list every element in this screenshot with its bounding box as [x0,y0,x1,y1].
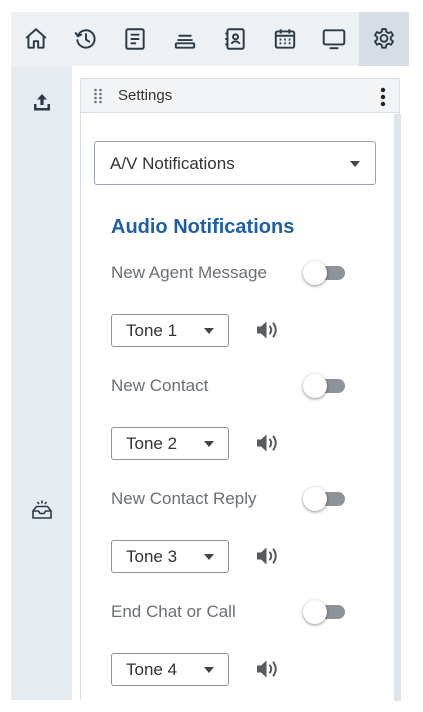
notes-button[interactable] [111,12,161,66]
tone-select[interactable]: Tone 1 [111,314,229,347]
home-icon [25,28,47,49]
contacts-icon [225,28,245,50]
notification-toggle[interactable] [303,374,345,398]
more-vertical-icon [380,87,386,107]
contacts-button[interactable] [210,12,260,66]
panel-header: Settings [81,79,399,113]
upload-button[interactable] [11,82,72,122]
inbox-button[interactable] [11,490,72,530]
tone-select[interactable]: Tone 3 [111,540,229,573]
notification-toggle[interactable] [303,261,345,285]
notification-toggle[interactable] [303,600,345,624]
notification-label: New Contact [111,376,209,395]
toggle-knob [303,374,327,398]
history-button[interactable] [61,12,111,66]
chevron-down-icon [204,441,214,447]
notification-label: New Contact Reply [111,489,257,508]
queue-button[interactable] [160,12,210,66]
left-rail [11,66,72,700]
tone-select-value: Tone 3 [126,547,178,566]
toggle-knob [303,487,327,511]
tone-select[interactable]: Tone 2 [111,427,229,460]
chevron-down-icon [204,328,214,334]
panel-title: Settings [118,87,173,104]
chevron-down-icon [204,667,214,673]
inbox-icon [31,500,52,519]
notification-label: New Agent Message [111,263,267,282]
history-icon [74,29,96,49]
monitor-icon [323,29,346,50]
section-title: Audio Notifications [111,216,295,238]
settings-button[interactable] [359,12,409,66]
tone-select-value: Tone 2 [126,434,178,453]
toggle-knob [303,600,327,624]
tone-select[interactable]: Tone 4 [111,653,229,686]
notification-toggle[interactable] [303,487,345,511]
speaker-icon[interactable] [255,318,281,342]
chevron-down-icon [350,161,360,167]
upload-icon [33,94,50,111]
calendar-icon [274,29,295,49]
speaker-icon[interactable] [255,544,281,568]
calendar-button[interactable] [260,12,310,66]
scrollbar[interactable] [394,114,401,701]
tone-select-value: Tone 1 [126,321,178,340]
gear-icon [374,28,395,49]
monitor-button[interactable] [310,12,360,66]
speaker-icon[interactable] [255,657,281,681]
top-toolbar [11,12,409,66]
home-button[interactable] [11,12,61,66]
tone-select-value: Tone 4 [126,660,178,679]
queue-icon [174,34,196,49]
chevron-down-icon [204,554,214,560]
toggle-knob [303,261,327,285]
settings-panel: Settings A/V Notifications Audio Notific… [80,78,401,701]
speaker-icon[interactable] [255,431,281,455]
notes-icon [125,28,146,50]
drag-handle-icon[interactable] [93,88,103,104]
panel-menu-button[interactable] [375,86,391,108]
category-select[interactable]: A/V Notifications [94,141,376,185]
notification-label: End Chat or Call [111,602,236,621]
category-select-value: A/V Notifications [110,154,235,173]
